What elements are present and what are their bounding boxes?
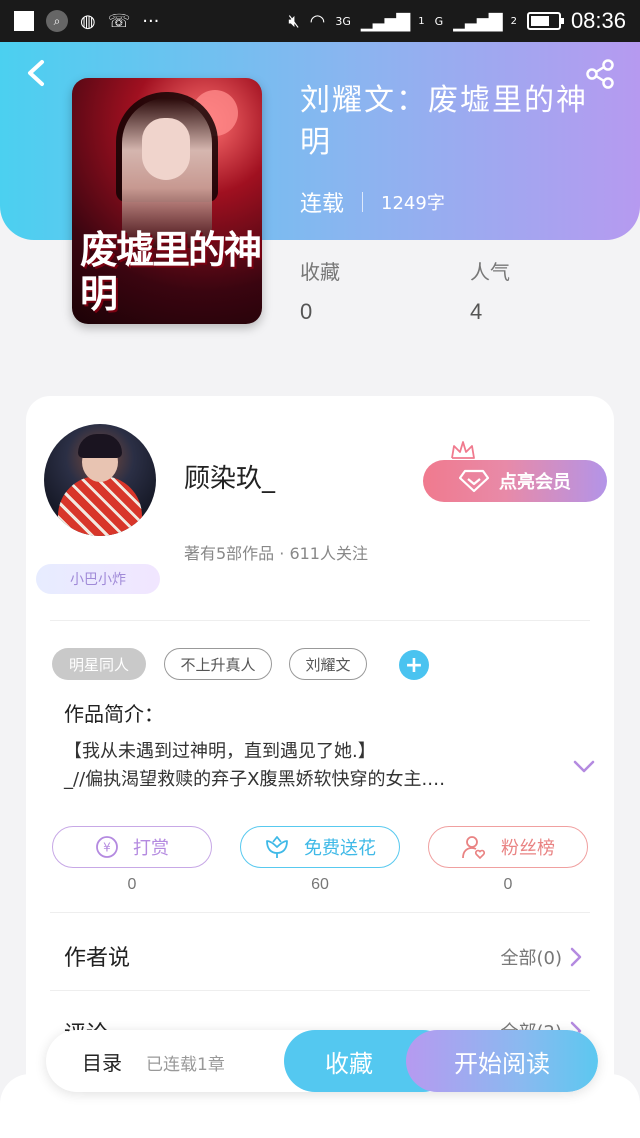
stat-popularity-label: 人气 xyxy=(470,260,510,284)
intro-line: 【我从未遇到过神明，直到遇见了她.】 xyxy=(64,741,376,762)
search-notification-icon: ⌕ xyxy=(46,10,68,32)
mute-icon: 🔇︎ xyxy=(288,10,300,32)
divider xyxy=(50,990,590,991)
start-reading-button[interactable]: 开始阅读 xyxy=(406,1030,598,1092)
vip-button-label: 点亮会员 xyxy=(499,472,571,493)
svg-text:¥: ¥ xyxy=(103,841,111,855)
signal-icon-1: ▁▃▅▇ xyxy=(360,10,410,32)
fan-ranking-label: 粉丝榜 xyxy=(501,838,555,859)
start-reading-label: 开始阅读 xyxy=(454,1049,550,1078)
table-of-contents-button[interactable]: 目录 xyxy=(82,1047,122,1076)
meta-divider xyxy=(362,192,364,212)
sim1-label: 1 xyxy=(418,15,425,27)
stat-popularity-value: 4 xyxy=(470,299,483,324)
wifi-icon: ◠ xyxy=(309,10,326,32)
favorites-label: 收藏 xyxy=(325,1049,373,1078)
book-meta: 连载 1249字 xyxy=(300,186,445,218)
cover-title-art: 废墟里的神明 xyxy=(80,227,262,316)
author-name[interactable]: 顾染玖_ xyxy=(184,458,275,495)
network-g-label: G xyxy=(434,14,444,28)
battery-icon xyxy=(526,12,564,30)
back-icon[interactable] xyxy=(22,58,52,88)
divider xyxy=(50,912,590,913)
author-avatar[interactable] xyxy=(44,424,156,536)
avatar-shirt xyxy=(58,476,142,536)
globe-icon: ◍ xyxy=(80,10,96,32)
tip-count: 0 xyxy=(127,876,137,893)
intro-text[interactable]: 【我从未遇到过神明，直到遇见了她.】 _//偏执渴望救赎的弃子X腹黑娇软快穿的女… xyxy=(64,738,544,794)
fans-count: 0 xyxy=(503,876,513,893)
intro-line: _//偏执渴望救赎的弃子X腹黑娇软快穿的女主.… xyxy=(64,769,446,790)
stat-popularity: 人气 4 xyxy=(470,256,510,325)
book-cover[interactable]: 废墟里的神明 xyxy=(72,78,262,324)
book-status: 连载 xyxy=(300,192,345,217)
flower-count: 60 xyxy=(311,876,329,893)
tag-item[interactable]: 刘耀文 xyxy=(289,648,367,680)
author-badge: 小巴小炸 xyxy=(36,564,160,594)
divider xyxy=(50,620,590,621)
send-flower-label: 免费送花 xyxy=(304,838,376,859)
author-says-all-label: 全部(0) xyxy=(500,948,563,969)
chapter-status: 已连载1章 xyxy=(146,1055,225,1075)
stat-favorites-value: 0 xyxy=(300,299,313,324)
book-title: 刘耀文：废墟里的神明 xyxy=(300,83,588,160)
stat-favorites-label: 收藏 xyxy=(300,260,340,284)
diamond-icon xyxy=(459,469,489,493)
add-tag-icon[interactable]: + xyxy=(399,650,429,680)
intro-title: 作品简介： xyxy=(64,702,164,726)
missed-call-icon: ☏ xyxy=(107,10,131,32)
tag-item[interactable]: 明星同人 xyxy=(52,648,146,680)
network-3g-label: 3G xyxy=(335,14,351,28)
author-says-title: 作者说 xyxy=(64,946,131,971)
chevron-down-icon[interactable] xyxy=(572,758,596,776)
more-notifications: ··· xyxy=(142,10,160,32)
word-count: 1249字 xyxy=(381,193,445,214)
author-says-all-link[interactable]: 全部(0) xyxy=(501,944,583,970)
cover-figure-face xyxy=(142,118,190,180)
avatar-hair xyxy=(78,434,122,458)
fan-ranking-button[interactable]: 粉丝榜 xyxy=(428,826,588,868)
signal-icon-2: ▁▃▅▇ xyxy=(453,10,502,32)
tip-button[interactable]: ¥ 打赏 xyxy=(52,826,212,868)
send-flower-button[interactable]: 免费送花 xyxy=(240,826,400,868)
tag-item[interactable]: 不上升真人 xyxy=(164,648,272,680)
clock: 08:36 xyxy=(570,8,626,33)
author-info: 著有5部作品 · 611人关注 xyxy=(184,544,368,563)
flower-icon xyxy=(266,836,288,858)
crown-icon xyxy=(451,441,475,459)
bottom-action-bar: 目录 已连载1章 收藏 开始阅读 xyxy=(46,1030,598,1092)
activate-vip-button[interactable]: 点亮会员 xyxy=(423,460,607,502)
yen-coin-icon: ¥ xyxy=(96,836,118,858)
notification-square-icon xyxy=(14,11,34,31)
stat-favorites: 收藏 0 xyxy=(300,256,340,325)
chevron-right-icon xyxy=(570,947,582,967)
fan-user-icon xyxy=(462,836,486,860)
tip-label: 打赏 xyxy=(133,838,169,859)
sim2-label: 2 xyxy=(510,15,517,27)
status-bar: ⌕ ◍ ☏ ··· 🔇︎ ◠ 3G ▁▃▅▇ 1 G ▁▃▅▇ 2 08:36 xyxy=(0,0,640,42)
